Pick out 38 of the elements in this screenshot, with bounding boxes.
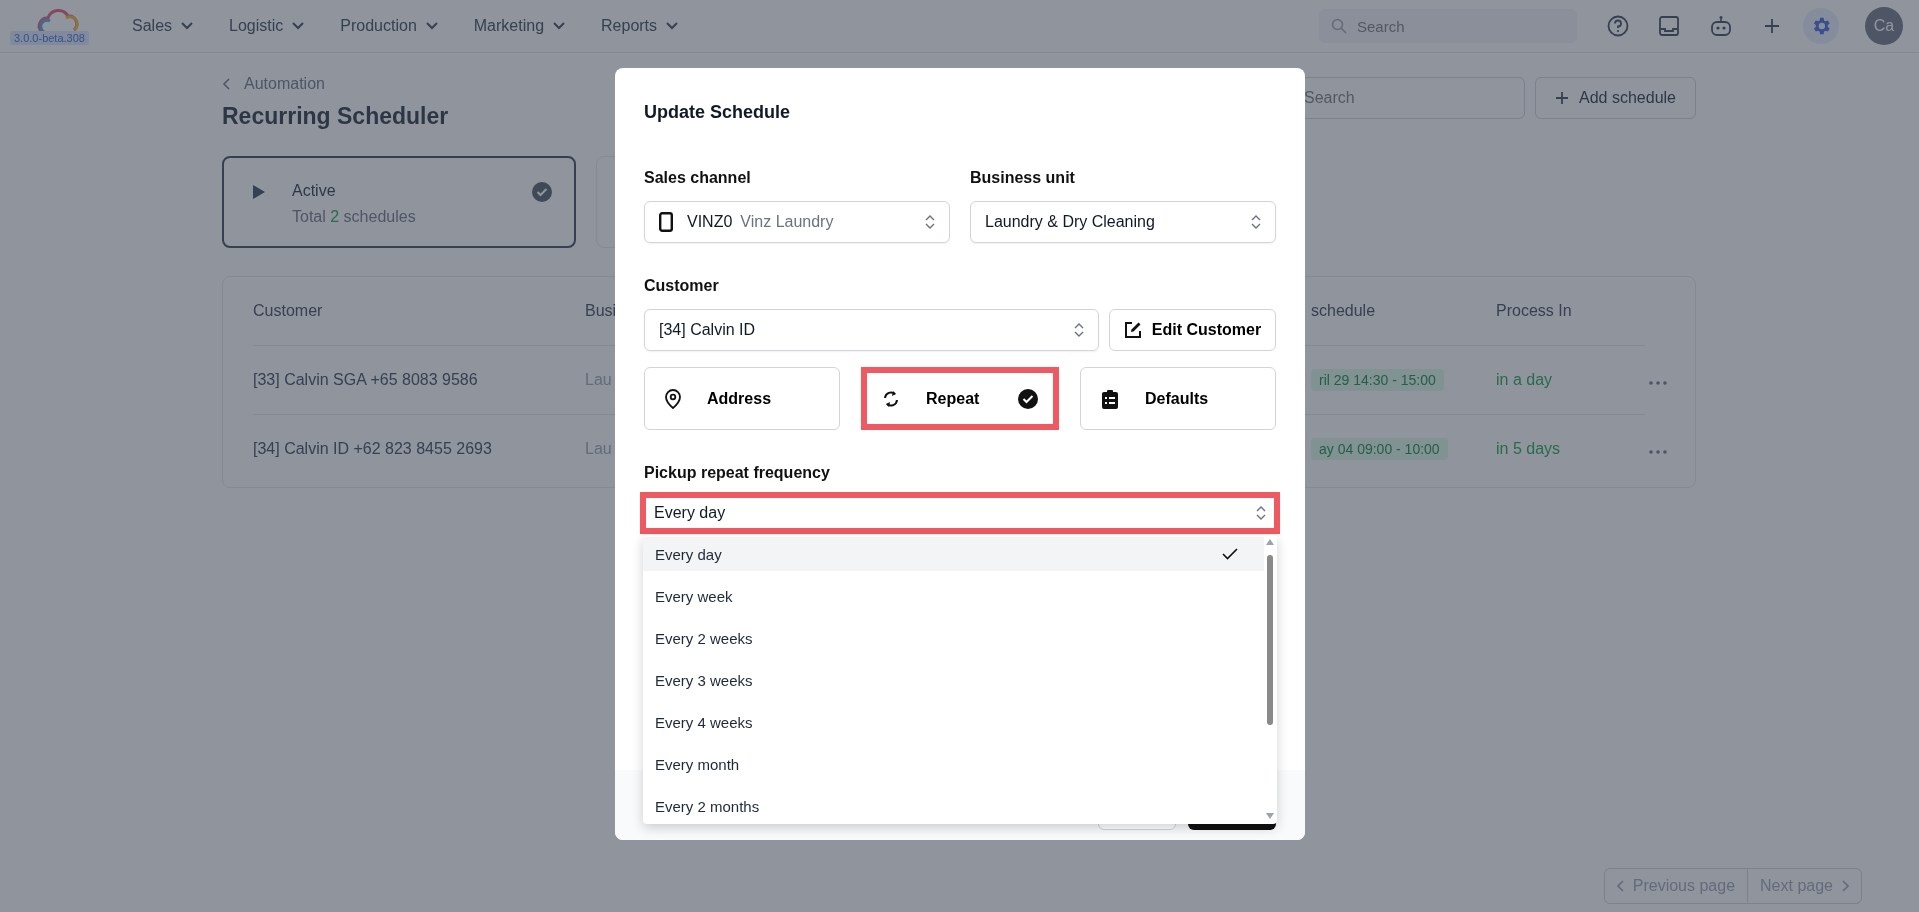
column-header: Busi <box>585 302 617 320</box>
dropdown-option[interactable]: Every 2 months <box>643 789 1264 824</box>
table-cell: [34] Calvin ID +62 823 8455 2693 <box>253 440 492 458</box>
column-header: schedule <box>1311 302 1376 320</box>
column-header: Customer <box>253 302 323 320</box>
business-unit-select[interactable]: Laundry & Dry Cleaning <box>970 201 1276 243</box>
version-badge: 3.0.0-beta.308 <box>10 31 89 45</box>
dropdown-option[interactable]: Every 2 weeks <box>643 621 1264 656</box>
dropdown-option[interactable]: Every week <box>643 579 1264 614</box>
dialog-title: Update Schedule <box>644 102 792 123</box>
page-title: Recurring Scheduler <box>222 103 449 130</box>
field-label: Customer <box>644 277 720 295</box>
field-label: Pickup repeat frequency <box>644 464 831 482</box>
table-cell: in 5 days <box>1496 440 1561 458</box>
edit-customer-button[interactable]: Edit Customer <box>1109 309 1276 351</box>
column-header: Process In <box>1496 302 1572 320</box>
dropdown-option[interactable]: Every day <box>643 537 1264 572</box>
table-cell: [33] Calvin SGA +65 8083 9586 <box>253 371 478 389</box>
add-schedule-button[interactable]: Add schedule <box>1535 77 1696 119</box>
schedule-tag: ril 29 14:30 - 15:00 <box>1311 369 1444 391</box>
option-card[interactable]: Defaults <box>1080 367 1276 430</box>
status-title: Active <box>292 182 337 200</box>
frequency-select[interactable]: Every day <box>640 492 1280 534</box>
field-label: Sales channel <box>644 169 752 187</box>
table-cell: in a day <box>1496 371 1553 389</box>
customer-select[interactable]: [34] Calvin ID <box>644 309 1099 351</box>
dropdown-option[interactable]: Every 3 weeks <box>643 663 1264 698</box>
option-card[interactable]: Repeat <box>861 367 1059 430</box>
status-card[interactable]: Active Total 2 schedules <box>222 156 576 248</box>
schedule-tag: ay 04 09:00 - 10:00 <box>1311 438 1448 460</box>
option-card[interactable]: Address <box>644 367 840 430</box>
schedule-count: Total 2 schedules <box>292 208 416 226</box>
dropdown-option[interactable]: Every 4 weeks <box>643 705 1264 740</box>
dropdown-option[interactable]: Every month <box>643 747 1264 782</box>
sales-channel-select[interactable]: VINZ0 Vinz Laundry <box>644 201 950 243</box>
nav-menu[interactable]: Marketing <box>473 17 566 35</box>
search-field[interactable]: Search <box>1319 9 1577 43</box>
field-label: Business unit <box>970 169 1076 187</box>
